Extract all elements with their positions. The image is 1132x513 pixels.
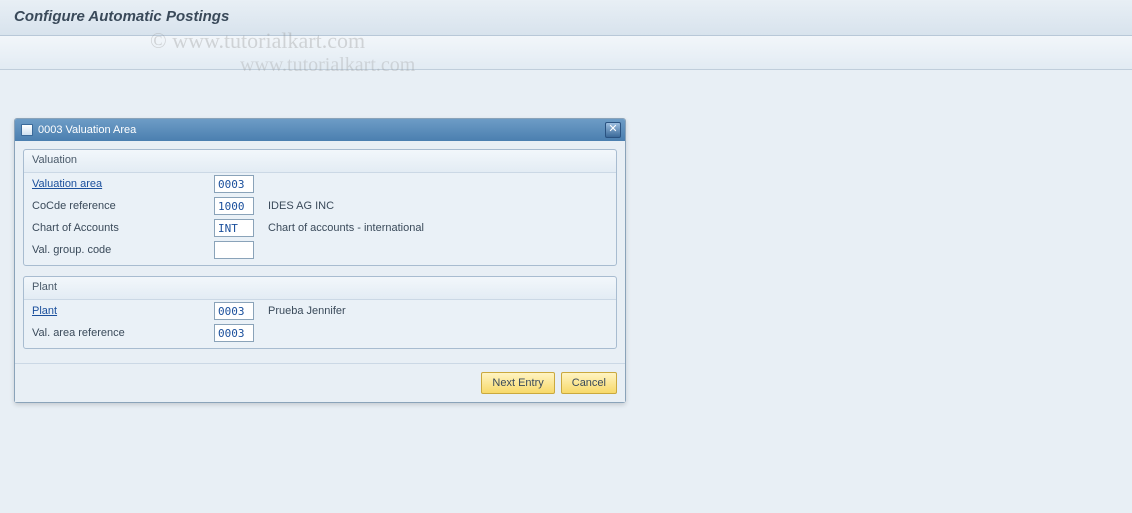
field-val-area-reference: Val. area reference 0003 bbox=[24, 322, 616, 344]
val-area-reference-label: Val. area reference bbox=[32, 327, 214, 339]
field-valuation-area: Valuation area 0003 bbox=[24, 173, 616, 195]
plant-label[interactable]: Plant bbox=[32, 305, 214, 317]
cocde-reference-input[interactable]: 1000 bbox=[214, 197, 254, 215]
chart-of-accounts-input[interactable]: INT bbox=[214, 219, 254, 237]
content-area: 0003 Valuation Area ✕ Valuation Valuatio… bbox=[0, 70, 1132, 417]
plant-group-title: Plant bbox=[24, 277, 616, 300]
val-group-code-label: Val. group. code bbox=[32, 244, 214, 256]
cancel-button[interactable]: Cancel bbox=[561, 372, 617, 394]
field-plant: Plant 0003 Prueba Jennifer bbox=[24, 300, 616, 322]
next-entry-button[interactable]: Next Entry bbox=[481, 372, 554, 394]
page-title: Configure Automatic Postings bbox=[14, 8, 1118, 25]
valuation-area-input[interactable]: 0003 bbox=[214, 175, 254, 193]
dialog-icon bbox=[21, 124, 33, 136]
valuation-group: Valuation Valuation area 0003 CoCde refe… bbox=[23, 149, 617, 266]
plant-group: Plant Plant 0003 Prueba Jennifer Val. ar… bbox=[23, 276, 617, 349]
toolbar bbox=[0, 36, 1132, 70]
valuation-area-label[interactable]: Valuation area bbox=[32, 178, 214, 190]
valuation-group-title: Valuation bbox=[24, 150, 616, 173]
plant-input[interactable]: 0003 bbox=[214, 302, 254, 320]
page-header: Configure Automatic Postings bbox=[0, 0, 1132, 36]
plant-desc: Prueba Jennifer bbox=[268, 305, 346, 317]
dialog-footer: Next Entry Cancel bbox=[15, 363, 625, 402]
field-cocde-reference: CoCde reference 1000 IDES AG INC bbox=[24, 195, 616, 217]
chart-of-accounts-label: Chart of Accounts bbox=[32, 222, 214, 234]
dialog-body: Valuation Valuation area 0003 CoCde refe… bbox=[15, 141, 625, 363]
cocde-reference-label: CoCde reference bbox=[32, 200, 214, 212]
dialog-titlebar[interactable]: 0003 Valuation Area ✕ bbox=[15, 119, 625, 141]
val-area-reference-input[interactable]: 0003 bbox=[214, 324, 254, 342]
field-chart-of-accounts: Chart of Accounts INT Chart of accounts … bbox=[24, 217, 616, 239]
val-group-code-input[interactable] bbox=[214, 241, 254, 259]
chart-of-accounts-desc: Chart of accounts - international bbox=[268, 222, 424, 234]
field-val-group-code: Val. group. code bbox=[24, 239, 616, 261]
dialog-title: 0003 Valuation Area bbox=[38, 124, 136, 136]
valuation-area-dialog: 0003 Valuation Area ✕ Valuation Valuatio… bbox=[14, 118, 626, 403]
close-icon[interactable]: ✕ bbox=[605, 122, 621, 138]
cocde-reference-desc: IDES AG INC bbox=[268, 200, 334, 212]
